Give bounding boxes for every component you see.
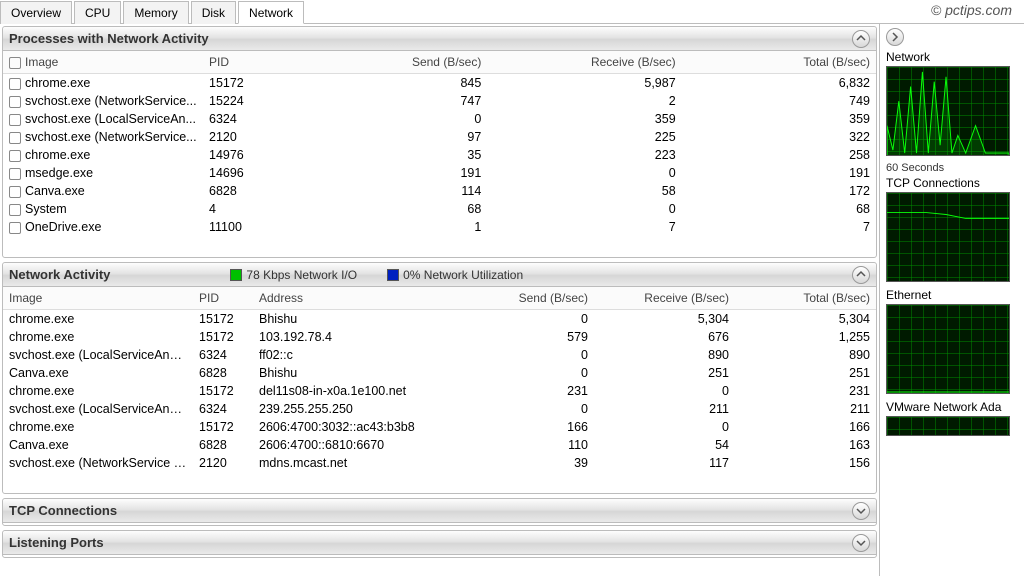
- graph-vmware: [886, 416, 1010, 436]
- table-row[interactable]: svchost.exe (LocalServiceAn...6324035935…: [3, 110, 876, 128]
- legend-io-chip: [230, 269, 242, 281]
- col-total[interactable]: Total (B/sec): [735, 287, 876, 310]
- row-checkbox[interactable]: [9, 132, 21, 144]
- sidebar-expand-button[interactable]: [886, 28, 904, 46]
- graph-title-tcp: TCP Connections: [886, 176, 1020, 190]
- legend-util-chip: [387, 269, 399, 281]
- graph-title-ethernet: Ethernet: [886, 288, 1020, 302]
- graph-title-network: Network: [886, 50, 1020, 64]
- table-row[interactable]: Canva.exe682811458172: [3, 182, 876, 200]
- collapse-button[interactable]: [852, 266, 870, 284]
- table-row[interactable]: svchost.exe (LocalServiceAndNo...6324239…: [3, 400, 876, 418]
- table-row[interactable]: chrome.exe1497635223258: [3, 146, 876, 164]
- table-row[interactable]: OneDrive.exe11100177: [3, 218, 876, 236]
- tab-network[interactable]: Network: [238, 1, 304, 24]
- row-checkbox[interactable]: [9, 78, 21, 90]
- panel1-title: Processes with Network Activity: [9, 31, 209, 46]
- legend-io-text: 78 Kbps Network I/O: [246, 268, 357, 282]
- tab-disk[interactable]: Disk: [191, 1, 236, 24]
- table-row[interactable]: Canva.exe68282606:4700::6810:66701105416…: [3, 436, 876, 454]
- graph-tcp: [886, 192, 1010, 282]
- collapse-button[interactable]: [852, 30, 870, 48]
- table-row[interactable]: chrome.exe15172103.192.78.45796761,255: [3, 328, 876, 346]
- col-total[interactable]: Total (B/sec): [682, 51, 876, 74]
- table-row[interactable]: svchost.exe (NetworkService...1522474727…: [3, 92, 876, 110]
- graph-network: [886, 66, 1010, 156]
- table-row[interactable]: chrome.exe15172del11s08-in-x0a.1e100.net…: [3, 382, 876, 400]
- graph-title-vmware: VMware Network Ada: [886, 400, 1020, 414]
- panel2-title: Network Activity: [9, 267, 110, 282]
- legend-util-text: 0% Network Utilization: [403, 268, 523, 282]
- table-row[interactable]: chrome.exe15172Bhishu05,3045,304: [3, 310, 876, 329]
- watermark: © pctips.com: [931, 2, 1012, 18]
- expand-button[interactable]: [852, 534, 870, 552]
- panel-processes-net-activity: Processes with Network Activity Image PI…: [2, 26, 877, 258]
- checkbox-all[interactable]: [9, 57, 21, 69]
- graph-ethernet: [886, 304, 1010, 394]
- row-checkbox[interactable]: [9, 150, 21, 162]
- row-checkbox[interactable]: [9, 186, 21, 198]
- panel3-title: TCP Connections: [9, 503, 117, 518]
- col-image[interactable]: Image: [3, 287, 193, 310]
- graph-caption-60s: 60 Seconds: [886, 162, 1020, 174]
- panel4-title: Listening Ports: [9, 535, 104, 550]
- col-recv[interactable]: Receive (B/sec): [594, 287, 735, 310]
- col-pid[interactable]: PID: [203, 51, 293, 74]
- table-row[interactable]: svchost.exe (LocalServiceAndNo...6324ff0…: [3, 346, 876, 364]
- col-image[interactable]: Image: [3, 51, 203, 74]
- table-row[interactable]: System468068: [3, 200, 876, 218]
- col-send[interactable]: Send (B/sec): [293, 51, 487, 74]
- table-row[interactable]: svchost.exe (NetworkService -p)2120mdns.…: [3, 454, 876, 472]
- row-checkbox[interactable]: [9, 204, 21, 216]
- row-checkbox[interactable]: [9, 222, 21, 234]
- tab-bar: Overview CPU Memory Disk Network © pctip…: [0, 0, 1024, 24]
- row-checkbox[interactable]: [9, 168, 21, 180]
- row-checkbox[interactable]: [9, 96, 21, 108]
- sidebar-graphs: Network 60 Seconds TCP Connections Ether…: [880, 24, 1024, 576]
- table-row[interactable]: msedge.exe146961910191: [3, 164, 876, 182]
- table-row[interactable]: chrome.exe151728455,9876,832: [3, 74, 876, 93]
- table-row[interactable]: svchost.exe (NetworkService...2120972253…: [3, 128, 876, 146]
- col-address[interactable]: Address: [253, 287, 453, 310]
- row-checkbox[interactable]: [9, 114, 21, 126]
- panel-network-activity: Network Activity 78 Kbps Network I/O 0% …: [2, 262, 877, 494]
- panel-listening-ports: Listening Ports: [2, 530, 877, 558]
- table-row[interactable]: chrome.exe151722606:4700:3032::ac43:b3b8…: [3, 418, 876, 436]
- col-send[interactable]: Send (B/sec): [453, 287, 594, 310]
- tab-overview[interactable]: Overview: [0, 1, 72, 24]
- panel-tcp-connections: TCP Connections: [2, 498, 877, 526]
- tab-memory[interactable]: Memory: [123, 1, 188, 24]
- col-recv[interactable]: Receive (B/sec): [487, 51, 681, 74]
- expand-button[interactable]: [852, 502, 870, 520]
- table-row[interactable]: Canva.exe6828Bhishu0251251: [3, 364, 876, 382]
- tab-cpu[interactable]: CPU: [74, 1, 121, 24]
- col-pid[interactable]: PID: [193, 287, 253, 310]
